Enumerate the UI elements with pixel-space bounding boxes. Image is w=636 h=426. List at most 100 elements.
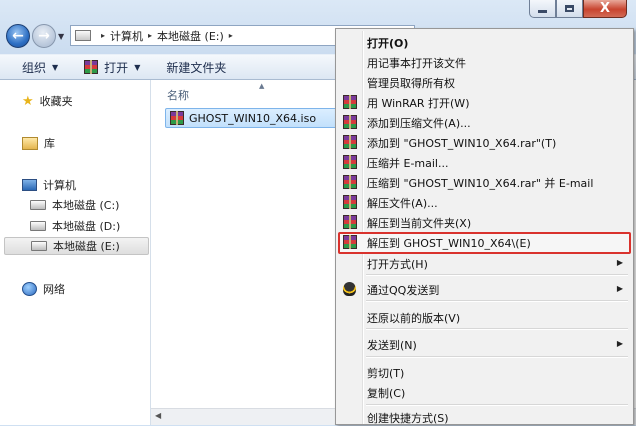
new-folder-label: 新建文件夹 [166,60,227,75]
winrar-icon [84,60,99,74]
winrar-icon [343,155,357,169]
menu-item-compress-rar-email[interactable]: 压缩到 "GHOST_WIN10_X64.rar" 并 E-mail [338,172,631,192]
sidebar-item-drive-c[interactable]: 本地磁盘 (C:) [30,196,119,214]
submenu-arrow-icon: ▶ [616,284,623,293]
breadcrumb-separator[interactable]: ▸ [229,31,233,40]
breadcrumb-computer[interactable]: 计算机 [110,28,143,44]
menu-item-extract-to-folder[interactable]: 解压到 GHOST_WIN10_X64\(E) [338,232,631,254]
menu-item-label: 用记事本打开该文件 [367,57,466,70]
menu-item-send-via-qq[interactable]: 通过QQ发送到 ▶ [338,279,631,299]
organize-button[interactable]: 组织 ▼ [22,59,58,76]
breadcrumb-drive-e[interactable]: 本地磁盘 (E:) [157,28,224,44]
menu-separator [366,356,628,358]
sidebar-item-label: 本地磁盘 (E:) [53,240,120,253]
menu-item-open-notepad[interactable]: 用记事本打开该文件 [338,52,631,72]
open-button[interactable]: 打开 ▼ [84,59,140,76]
maximize-icon [565,5,574,12]
column-header-name[interactable]: 名称 [167,87,189,103]
winrar-icon [343,215,357,229]
sidebar-item-label: 收藏夹 [39,95,73,108]
menu-item-label: 创建快捷方式(S) [367,412,449,425]
scroll-left-icon[interactable]: ◀ [155,411,161,420]
qq-penguin-icon [343,282,356,296]
minimize-button[interactable] [529,0,556,18]
menu-item-open-with[interactable]: 打开方式(H) ▶ [338,253,631,273]
menu-item-label: 发送到(N) [367,339,417,352]
breadcrumb-separator[interactable]: ▸ [101,31,105,40]
recent-pages-dropdown[interactable]: ▼ [58,32,64,41]
drive-icon [75,30,91,41]
sidebar-item-drive-e[interactable]: 本地磁盘 (E:) [4,237,149,255]
menu-item-send-to[interactable]: 发送到(N) ▶ [338,334,631,354]
menu-item-restore-previous[interactable]: 还原以前的版本(V) [338,307,631,327]
menu-separator [366,404,628,406]
menu-item-label: 还原以前的版本(V) [367,312,461,325]
menu-item-label: 用 WinRAR 打开(W) [367,97,470,110]
navigation-buttons: ← → ▼ [6,22,66,50]
sort-ascending-icon: ▲ [259,82,265,90]
winrar-icon [343,135,357,149]
new-folder-button[interactable]: 新建文件夹 [166,59,226,76]
sidebar-item-libraries[interactable]: 库 [22,134,55,152]
chevron-down-icon: ▼ [134,62,141,72]
menu-item-add-to-archive[interactable]: 添加到压缩文件(A)... [338,112,631,132]
menu-item-compress-email[interactable]: 压缩并 E-mail... [338,152,631,172]
menu-separator [366,328,628,330]
drive-icon [30,221,46,231]
back-button[interactable]: ← [6,24,30,48]
menu-separator [366,300,628,302]
drive-icon [30,200,46,210]
context-menu: 打开(O) 用记事本打开该文件 管理员取得所有权 用 WinRAR 打开(W) … [335,28,634,425]
menu-item-label: 通过QQ发送到 [367,284,440,297]
breadcrumb-separator[interactable]: ▸ [148,31,152,40]
menu-item-label: 打开方式(H) [367,258,428,271]
menu-item-label: 打开(O) [367,37,409,50]
menu-item-create-shortcut[interactable]: 创建快捷方式(S) [338,407,631,425]
drive-icon [31,241,47,251]
library-icon [22,136,38,150]
submenu-arrow-icon: ▶ [616,258,623,267]
close-button[interactable]: X [583,0,627,18]
forward-button[interactable]: → [32,24,56,48]
menu-item-open[interactable]: 打开(O) [338,32,631,52]
menu-item-label: 压缩到 "GHOST_WIN10_X64.rar" 并 E-mail [367,177,594,190]
menu-item-winrar-open[interactable]: 用 WinRAR 打开(W) [338,92,631,112]
menu-item-label: 解压文件(A)... [367,197,438,210]
navigation-pane: ★ 收藏夹 库 计算机 本地磁盘 (C:) 本地磁盘 (D:) 本地磁盘 (E:… [0,80,151,425]
organize-label: 组织 [22,60,47,75]
menu-item-take-ownership[interactable]: 管理员取得所有权 [338,72,631,92]
winrar-icon [343,115,357,129]
sidebar-item-computer[interactable]: 计算机 [22,176,76,194]
sidebar-item-network[interactable]: 网络 [22,280,65,298]
menu-item-label: 管理员取得所有权 [367,77,455,90]
window-caption-buttons: X [529,0,627,18]
close-icon: X [599,1,611,16]
file-item-selected[interactable]: GHOST_WIN10_X64.iso [165,108,342,128]
menu-item-cut[interactable]: 剪切(T) [338,362,631,382]
file-name: GHOST_WIN10_X64.iso [189,111,317,125]
back-arrow-icon: ← [12,28,24,44]
menu-item-copy[interactable]: 复制(C) [338,382,631,402]
chevron-down-icon: ▼ [52,62,59,72]
menu-item-label: 压缩并 E-mail... [367,157,449,170]
sidebar-item-label: 本地磁盘 (C:) [52,199,120,212]
maximize-button[interactable] [556,0,583,18]
menu-separator [366,274,628,276]
menu-item-label: 解压到当前文件夹(X) [367,217,472,230]
menu-item-extract-files[interactable]: 解压文件(A)... [338,192,631,212]
winrar-icon [343,175,357,189]
menu-item-label: 解压到 GHOST_WIN10_X64\(E) [367,237,531,250]
forward-arrow-icon: → [38,28,50,44]
open-label: 打开 [104,60,129,75]
submenu-arrow-icon: ▶ [616,339,623,348]
sidebar-item-label: 本地磁盘 (D:) [52,220,121,233]
menu-item-extract-here[interactable]: 解压到当前文件夹(X) [338,212,631,232]
menu-item-label: 添加到压缩文件(A)... [367,117,471,130]
sidebar-item-drive-d[interactable]: 本地磁盘 (D:) [30,217,120,235]
menu-item-add-to-rar[interactable]: 添加到 "GHOST_WIN10_X64.rar"(T) [338,132,631,152]
winrar-file-icon [170,111,184,125]
menu-item-label: 复制(C) [367,387,406,400]
sidebar-item-favorites[interactable]: ★ 收藏夹 [22,92,73,110]
sidebar-item-label: 计算机 [43,179,76,192]
network-icon [22,282,37,296]
